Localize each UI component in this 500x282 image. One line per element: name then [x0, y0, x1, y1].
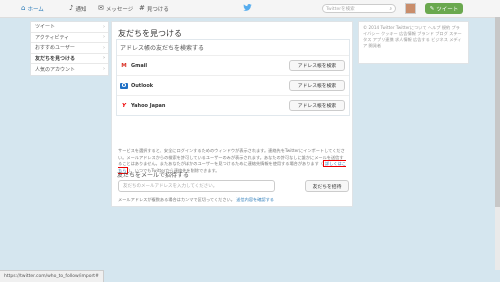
- page-title: 友だちを見つける: [118, 29, 182, 38]
- provider-name: Gmail: [131, 62, 148, 69]
- sidebar-item-label: 人気のアカウント: [35, 66, 76, 73]
- provider-gmail: M Gmail アドレス帳を検索: [117, 55, 349, 75]
- sidebar-item-label: おすすめユーザー: [35, 45, 75, 52]
- nav-messages-label: メッセージ: [105, 6, 134, 13]
- search-icon[interactable]: ⌕: [389, 6, 392, 12]
- address-book-section: アドレス帳の友だちを検索する M Gmail アドレス帳を検索 O Outloo…: [116, 39, 350, 116]
- sidebar-item-tweets[interactable]: ツイート ›: [31, 22, 108, 33]
- disclaimer-text: サービスを選択すると、安全にログインするためのウィンドウが表示されます。連絡先を…: [118, 148, 345, 167]
- section-heading: アドレス帳の友だちを検索する: [120, 45, 205, 52]
- search-outlook-button[interactable]: アドレス帳を検索: [289, 80, 345, 91]
- provider-name: Yahoo Japan: [131, 102, 166, 109]
- outlook-icon: O: [120, 82, 128, 89]
- search-input[interactable]: Twitterを検索 ⌕: [322, 4, 396, 13]
- nav-home[interactable]: ⌂ ホーム: [21, 0, 44, 17]
- scrollbar-thumb[interactable]: [495, 17, 500, 207]
- chevron-right-icon: ›: [103, 34, 105, 41]
- sidebar-item-find-friends[interactable]: 友だちを見つける ›: [31, 54, 108, 64]
- chevron-right-icon: ›: [103, 44, 105, 51]
- twitter-bird-icon[interactable]: [243, 4, 252, 11]
- invite-section-title: 友だちをメールで招待する: [117, 172, 190, 179]
- chevron-right-icon: ›: [103, 23, 105, 30]
- footer-note-text: メールアドレスが複数ある場合はカンマで区切ってください。: [118, 197, 235, 202]
- invite-button[interactable]: 友だちを招待: [305, 180, 349, 192]
- provider-outlook: O Outlook アドレス帳を検索: [117, 75, 349, 95]
- email-placeholder: 友だちのメールアドレスを入力してください。: [123, 184, 218, 189]
- sidebar-item-recommended[interactable]: おすすめユーザー ›: [31, 43, 108, 54]
- footer-links-box: © 2014 Twitter Twitterについて ヘルプ 規約 プライバシー…: [358, 21, 469, 64]
- search-placeholder: Twitterを検索: [326, 6, 355, 12]
- bell-icon: ♪: [69, 4, 74, 12]
- nav-messages[interactable]: ✉ メッセージ: [98, 0, 133, 17]
- email-input[interactable]: 友だちのメールアドレスを入力してください。: [118, 180, 275, 192]
- hashtag-icon: #: [139, 4, 145, 12]
- search-yahoo-button[interactable]: アドレス帳を検索: [289, 100, 345, 111]
- invite-footer-note: メールアドレスが複数ある場合はカンマで区切ってください。 送信内容を確認する: [118, 197, 274, 203]
- chevron-right-icon: ›: [103, 66, 105, 73]
- sidebar: ツイート › アクティビティ › おすすめユーザー › 友だちを見つける › 人…: [30, 21, 109, 76]
- provider-yahoo: Y Yahoo Japan アドレス帳を検索: [117, 95, 349, 115]
- sidebar-item-activity[interactable]: アクティビティ ›: [31, 33, 108, 43]
- sidebar-item-label: 友だちを見つける: [35, 55, 76, 62]
- chevron-right-icon: ›: [102, 55, 105, 62]
- sidebar-item-label: ツイート: [35, 24, 56, 31]
- sidebar-item-popular[interactable]: 人気のアカウント ›: [31, 64, 108, 75]
- avatar[interactable]: [405, 3, 416, 14]
- gmail-icon: M: [121, 62, 127, 69]
- home-icon: ⌂: [21, 4, 26, 12]
- provider-name: Outlook: [131, 82, 154, 89]
- top-navigation-bar: ⌂ ホーム ♪ 通知 ✉ メッセージ # 見つける Twitterを検索 ⌕ ✎…: [0, 0, 500, 18]
- search-gmail-button[interactable]: アドレス帳を検索: [289, 60, 345, 71]
- tweet-button-label: ツイート: [436, 6, 459, 13]
- nav-discover[interactable]: # 見つける: [139, 0, 169, 17]
- nav-notifications[interactable]: ♪ 通知: [69, 0, 86, 17]
- footer-links-text[interactable]: © 2014 Twitter Twitterについて ヘルプ 規約 プライバシー…: [363, 25, 462, 48]
- yahoo-icon: Y: [122, 102, 126, 109]
- sidebar-item-label: アクティビティ: [35, 34, 70, 41]
- preview-link[interactable]: 送信内容を確認する: [236, 197, 274, 202]
- browser-status-bar: https://twitter.com/who_to_follow/import…: [0, 270, 104, 282]
- nav-home-label: ホーム: [27, 6, 44, 13]
- tweet-button[interactable]: ✎ ツイート: [425, 3, 463, 14]
- nav-notifications-label: 通知: [75, 6, 87, 13]
- status-url: https://twitter.com/who_to_follow/import…: [4, 274, 99, 279]
- envelope-icon: ✉: [98, 4, 104, 12]
- nav-discover-label: 見つける: [146, 6, 169, 13]
- quill-icon: ✎: [429, 5, 435, 12]
